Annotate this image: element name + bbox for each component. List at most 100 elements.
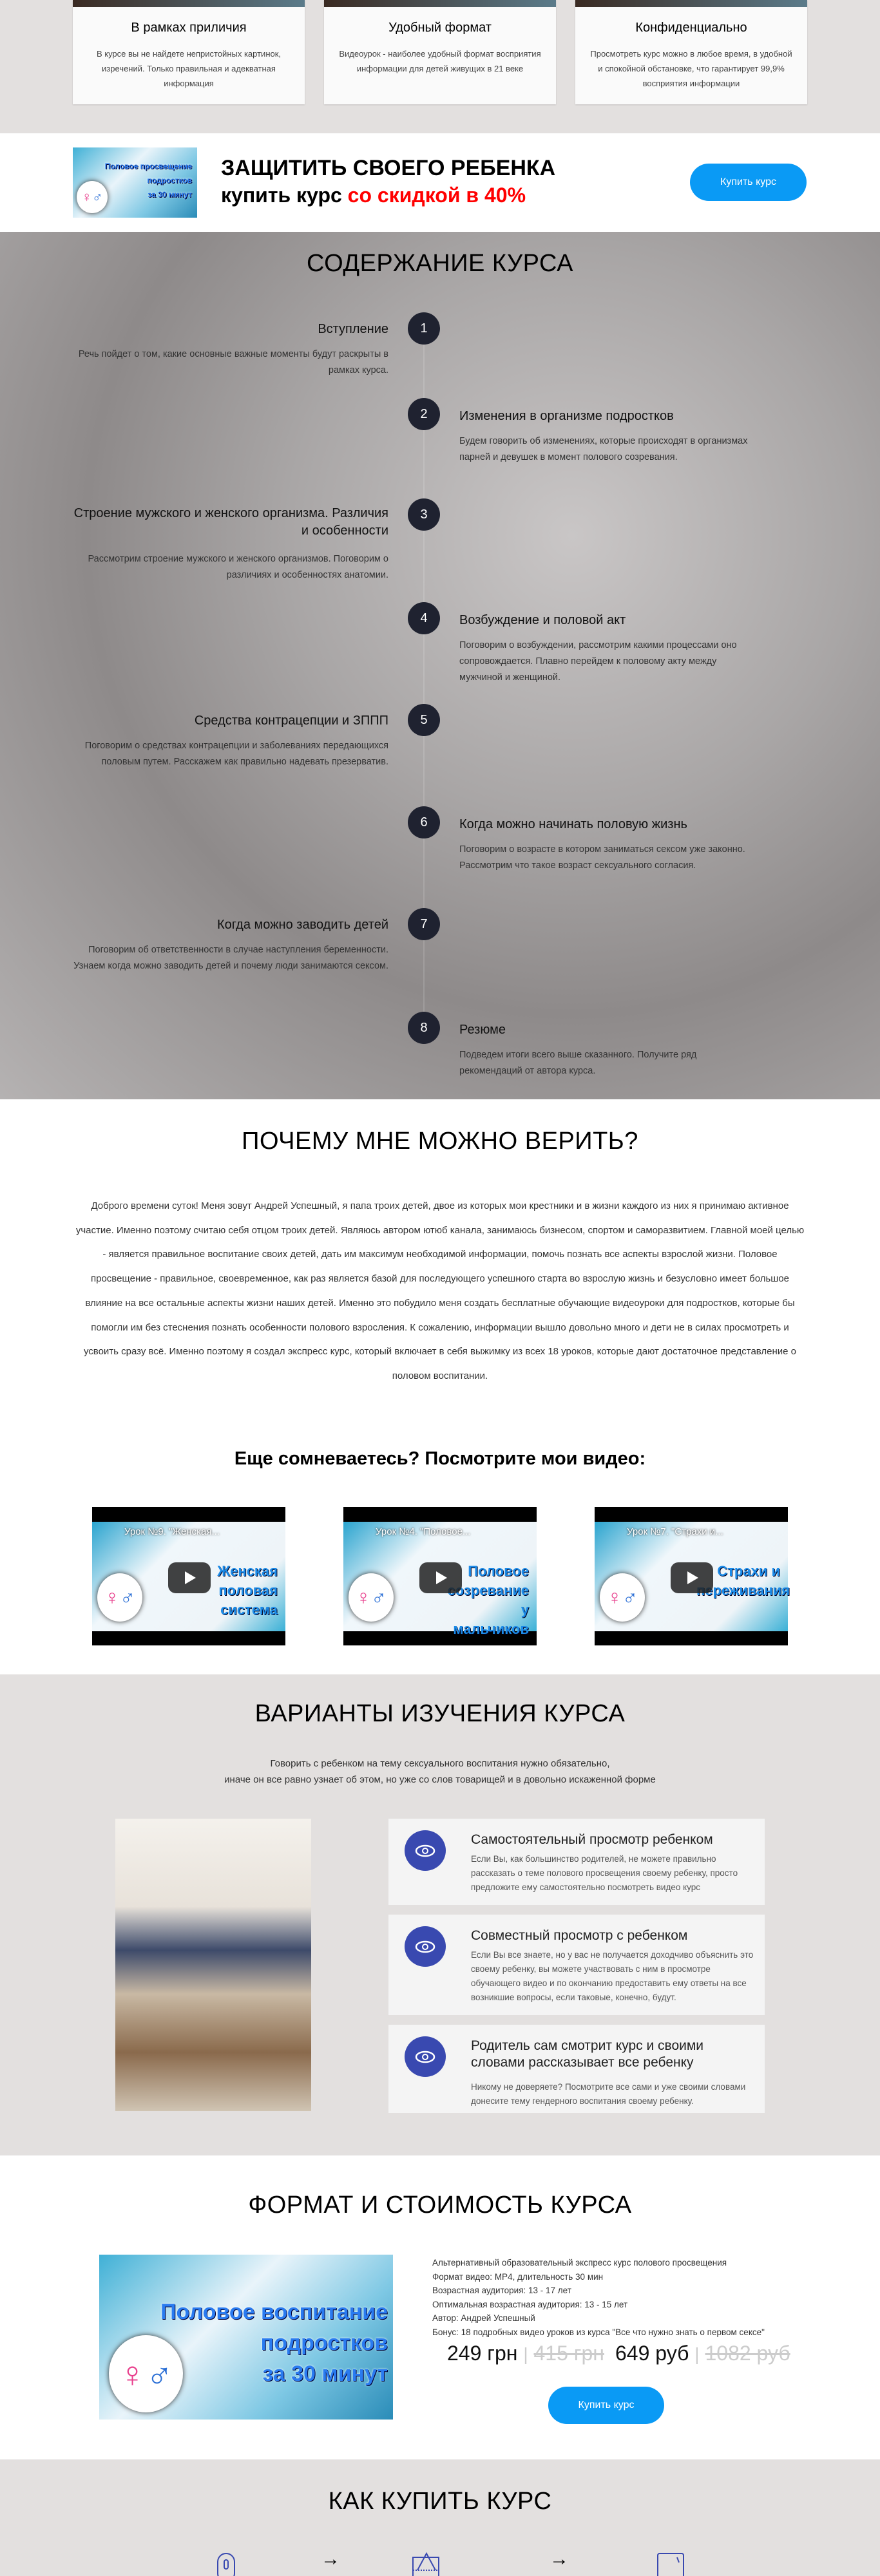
step-title: Когда можно заводить детей: [217, 918, 388, 932]
cover-line: Половое просвещение: [104, 162, 192, 171]
banner-title: ЗАЩИТИТЬ СВОЕГО РЕБЕНКА: [221, 156, 556, 180]
section-subtitle: Говорить с ребенком на тему сексуального…: [0, 1756, 880, 1788]
step-title: Вступление: [318, 322, 388, 336]
video-title[interactable]: Урок №4. "Половое...: [376, 1526, 470, 1537]
step-title: Строение мужского и женского организма. …: [73, 506, 388, 538]
section-title: КАК КУПИТЬ КУРС: [328, 2488, 552, 2515]
variant-text: Если Вы, как большинство родителей, не м…: [471, 1854, 738, 1892]
video-embed[interactable]: ♀ ♂ Женская половая система Урок №9. "Жен…: [92, 1507, 285, 1645]
author-bio: Доброго времени суток! Меня зовут Андрей…: [75, 1200, 805, 1381]
step-description: Будем говорить об изменениях, которые пр…: [459, 436, 748, 462]
step-description: Поговорим о возрасте в котором заниматьс…: [459, 844, 745, 871]
old-price: 1082 руб: [705, 2342, 790, 2365]
section-title: ПОЧЕМУ МНЕ МОЖНО ВЕРИТЬ?: [242, 1128, 638, 1155]
feature-card: Удобный формат Видеоурок - наиболее удобн…: [324, 0, 556, 104]
gender-symbol-icon: ♀ ♂: [77, 181, 108, 213]
banner-subtitle: купить курс со скидкой в 40%: [221, 184, 526, 207]
subtitle-line: иначе он все равно узнает об этом, но уж…: [224, 1774, 656, 1785]
detail-line: Оптимальная возрастная аудитория: 13 - 1…: [432, 2299, 628, 2309]
step-description: Поговорим об ответственности в случае на…: [73, 945, 388, 971]
eye-icon: [405, 1830, 446, 1871]
price-rub: 649 руб | 1082 руб: [615, 2342, 790, 2365]
feature-image: [324, 0, 556, 7]
step-number-badge: 3: [408, 498, 440, 531]
step-number-badge: 8: [408, 1012, 440, 1044]
step-number-badge: 2: [408, 398, 440, 430]
price: 649 руб: [615, 2342, 689, 2365]
step-number-badge: 6: [408, 806, 440, 838]
cover-line: за 30 минут: [262, 2362, 388, 2386]
feature-title: Удобный формат: [388, 21, 492, 35]
old-price: 415 грн: [533, 2342, 604, 2365]
section-title: ФОРМАТ И СТОИМОСТЬ КУРСА: [248, 2192, 632, 2219]
study-variant-card: Родитель сам смотрит курс и своими слова…: [388, 2025, 765, 2113]
play-icon[interactable]: [168, 1562, 211, 1593]
detail-line: Бонус: 18 подробных видео уроков из курс…: [432, 2327, 765, 2337]
video-embed[interactable]: ♀ ♂ Половое созревание у мальчиков Урок №…: [343, 1507, 537, 1645]
video-title[interactable]: Урок №7. "Страхи и...: [627, 1526, 723, 1537]
tablet-icon: [657, 2553, 684, 2576]
video-embed[interactable]: ♀ ♂ Страхи и переживания Урок №7. "Страхи…: [595, 1507, 790, 1645]
variant-text: Никому не доверяете? Посмотрите все сами…: [471, 2082, 746, 2106]
feature-text: Просмотреть курс можно в любое время, в …: [590, 49, 792, 88]
course-details: Альтернативный образовательный экспресс …: [432, 2256, 765, 2340]
arrow-icon: →: [321, 2548, 340, 2570]
detail-line: Формат видео: MP4, длительность 30 мин: [432, 2271, 604, 2282]
detail-line: Альтернативный образовательный экспресс …: [432, 2258, 727, 2268]
feature-card: Конфиденциально Просмотреть курс можно в …: [575, 0, 807, 104]
play-icon[interactable]: [419, 1562, 462, 1593]
feature-image: [73, 0, 305, 7]
buy-course-button[interactable]: Купить курс: [690, 164, 807, 201]
step-number-badge: 5: [408, 704, 440, 736]
feature-text: Видеоурок - наиболее удобный формат восп…: [339, 49, 541, 73]
wallet-icon: [412, 2552, 439, 2576]
course-contents-section: СОДЕРЖАНИЕ КУРСА 1 Вступление Речь пойде…: [0, 232, 880, 1099]
eye-icon: [405, 2036, 446, 2077]
child-on-books-image: [115, 1819, 311, 2111]
step-description: Поговорим о возбуждении, рассмотрим каки…: [459, 640, 737, 683]
cover-line: Половое воспитание: [160, 2300, 388, 2324]
play-icon[interactable]: [671, 1562, 713, 1593]
step-title: Когда можно начинать половую жизнь: [459, 817, 687, 831]
gender-symbol-icon: ♀ ♂: [97, 1573, 142, 1622]
feature-title: Конфиденциально: [635, 21, 747, 35]
features-section: В рамках приличия В курсе вы не найдете н…: [0, 0, 880, 133]
mouse-icon: [217, 2553, 235, 2576]
price: 249 грн: [447, 2342, 518, 2365]
eye-icon: [405, 1926, 446, 1967]
variant-title: Самостоятельный просмотр ребенком: [471, 1832, 713, 1847]
step-title: Возбуждение и половой акт: [459, 613, 626, 627]
variant-title: Родитель сам смотрит курс и своими слова…: [471, 2038, 704, 2070]
separator: |: [694, 2344, 700, 2364]
step-description: Подведем итоги всего выше сказанного. По…: [459, 1050, 697, 1076]
course-cover-image: Половое просвещение подростков за 30 мин…: [73, 147, 197, 218]
step-number-badge: 1: [408, 312, 440, 345]
promo-banner: Половое просвещение подростков за 30 мин…: [0, 133, 880, 232]
gender-symbol-icon: ♀ ♂: [349, 1573, 394, 1622]
step-title: Средства контрацепции и ЗППП: [194, 714, 388, 728]
course-cover-image: Половое воспитание подростков за 30 мину…: [99, 2255, 393, 2420]
variant-text: Если Вы все знаете, но у вас не получает…: [471, 1950, 754, 2002]
feature-card: В рамках приличия В курсе вы не найдете н…: [73, 0, 305, 104]
cover-line: за 30 минут: [148, 190, 192, 199]
format-price-section: ФОРМАТ И СТОИМОСТЬ КУРСА Половое воспита…: [0, 2155, 880, 2459]
study-variant-card: Совместный просмотр с ребенком Если Вы в…: [388, 1915, 765, 2015]
detail-line: Возрастная аудитория: 13 - 17 лет: [432, 2286, 571, 2296]
step-description: Поговорим о средствах контрацепции и заб…: [84, 741, 388, 767]
cover-line: подростков: [260, 2331, 388, 2355]
step-number-badge: 4: [408, 602, 440, 634]
feature-image: [575, 0, 807, 7]
step-number-badge: 7: [408, 908, 440, 940]
feature-text: В курсе вы не найдете непристойных карти…: [96, 49, 282, 88]
section-title: ВАРИАНТЫ ИЗУЧЕНИЯ КУРСА: [254, 1700, 626, 1727]
feature-title: В рамках приличия: [131, 21, 247, 35]
arrow-icon: →: [550, 2548, 569, 2570]
discount-text: со скидкой в 40%: [347, 184, 526, 207]
buy-course-button[interactable]: Купить курс: [548, 2387, 664, 2424]
gender-symbol-icon: ♀ ♂: [600, 1573, 645, 1622]
step-description: Речь пойдет о том, какие основные важные…: [78, 349, 388, 375]
video-title[interactable]: Урок №9. "Женская...: [124, 1526, 220, 1537]
price-uah: 249 грн | 415 грн: [447, 2342, 604, 2365]
how-to-buy-section: КАК КУПИТЬ КУРС → →: [0, 2459, 880, 2576]
videos-title: Еще сомневаетесь? Посмотрите мои видео:: [234, 1448, 646, 1469]
